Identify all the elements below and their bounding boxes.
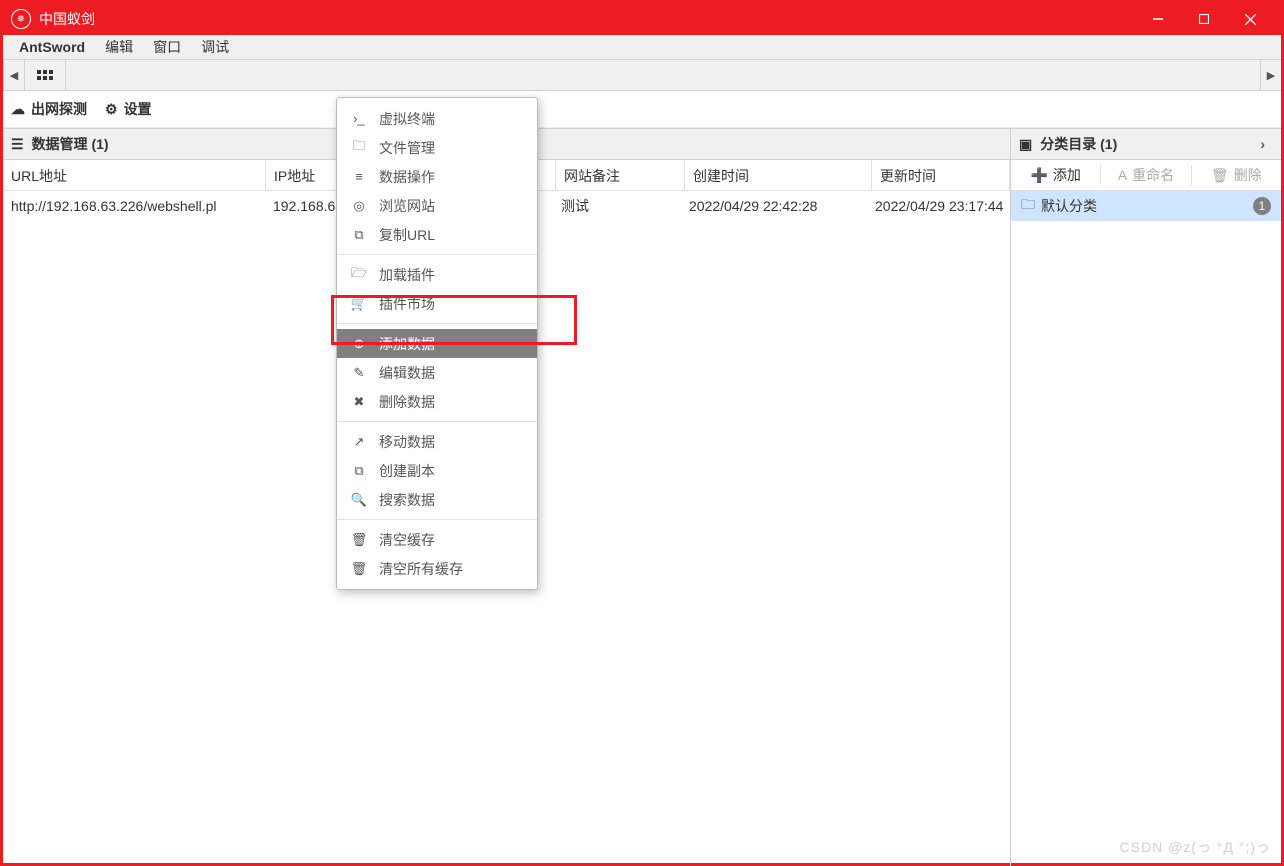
app-window: ✵ 中国蚁剑 AntSword 编辑 窗口 调试 ◀ ▶ ☁ 出网探测 ⚙ 设置	[0, 0, 1284, 866]
ctx-clear-cache[interactable]: 🗑清空缓存	[337, 525, 537, 554]
tab-scroll-left[interactable]: ◀	[3, 60, 25, 90]
gear-icon: ⚙	[105, 101, 118, 118]
category-item-label: 默认分类	[1041, 196, 1097, 216]
font-icon: A	[1118, 167, 1127, 183]
minimize-button[interactable]	[1135, 3, 1181, 35]
ctx-delete-data[interactable]: ✖删除数据	[337, 387, 537, 416]
trash-icon: 🗑	[351, 532, 367, 548]
window-title: 中国蚁剑	[39, 9, 95, 29]
titlebar: ✵ 中国蚁剑	[3, 3, 1281, 35]
ctx-plugin-market[interactable]: 🛒插件市场	[337, 289, 537, 318]
tab-scroll-right[interactable]: ▶	[1260, 60, 1281, 90]
category-rename-button[interactable]: A重命名	[1101, 165, 1190, 185]
col-url[interactable]: URL地址	[3, 160, 266, 190]
category-panel: ▣ 分类目录 (1) › ➕添加 A重命名 🗑删除 🗀 默认分类 1	[1011, 128, 1281, 866]
settings-button[interactable]: ⚙ 设置	[105, 99, 152, 119]
cell-note: 测试	[553, 192, 681, 220]
col-update[interactable]: 更新时间	[872, 160, 1010, 190]
probe-button[interactable]: ☁ 出网探测	[11, 99, 87, 119]
cell-update: 2022/04/29 23:17:44	[867, 194, 1010, 218]
tab-home[interactable]	[25, 60, 66, 90]
ctx-edit-data[interactable]: ✎编辑数据	[337, 358, 537, 387]
cart-icon: 🛒	[351, 296, 367, 312]
folder-open-icon: 🗀	[1021, 194, 1035, 218]
category-count-badge: 1	[1253, 197, 1271, 215]
menu-window[interactable]: 窗口	[143, 35, 191, 59]
folder-icon: ▣	[1019, 136, 1032, 153]
category-toolbar: ➕添加 A重命名 🗑删除	[1011, 160, 1281, 191]
ctx-database[interactable]: ≡数据操作	[337, 162, 537, 191]
col-note[interactable]: 网站备注	[556, 160, 685, 190]
edit-icon: ✎	[351, 365, 367, 381]
data-panel-title: 数据管理 (1)	[32, 134, 109, 154]
share-icon: ↗	[351, 434, 367, 450]
ctx-move-data[interactable]: ↗移动数据	[337, 427, 537, 456]
trash-icon: 🗑	[1211, 167, 1229, 184]
toolbar: ☁ 出网探测 ⚙ 设置	[3, 91, 1281, 128]
folder-open-icon: 🗁	[351, 264, 367, 286]
remove-icon: ✖	[351, 394, 367, 410]
divider	[337, 323, 537, 324]
ctx-virtual-terminal[interactable]: ›_虚拟终端	[337, 104, 537, 133]
database-icon: ≡	[351, 169, 367, 184]
cloud-icon: ☁	[11, 101, 25, 118]
category-add-button[interactable]: ➕添加	[1011, 165, 1100, 185]
menu-edit[interactable]: 编辑	[95, 35, 143, 59]
tab-blank	[66, 60, 1260, 90]
globe-icon: ◎	[351, 198, 367, 214]
ctx-file-manager[interactable]: 🗀文件管理	[337, 133, 537, 162]
divider	[337, 421, 537, 422]
cell-create: 2022/04/29 22:42:28	[681, 194, 867, 218]
close-button[interactable]	[1227, 3, 1273, 35]
chevron-right-icon[interactable]: ›	[1252, 136, 1273, 152]
divider	[337, 519, 537, 520]
trash-icon: 🗑	[351, 561, 367, 577]
terminal-icon: ›_	[351, 111, 367, 126]
plus-circle-icon: ➕	[1030, 167, 1047, 184]
plus-circle-icon: ⊕	[351, 336, 367, 352]
folder-icon: 🗀	[351, 137, 367, 159]
ctx-add-data[interactable]: ⊕添加数据	[337, 329, 537, 358]
list-icon: ☰	[11, 136, 24, 153]
menu-debug[interactable]: 调试	[191, 35, 239, 59]
menu-antsword[interactable]: AntSword	[9, 37, 95, 57]
ctx-browse-site[interactable]: ◎浏览网站	[337, 191, 537, 220]
context-menu: ›_虚拟终端 🗀文件管理 ≡数据操作 ◎浏览网站 ⧉复制URL 🗁加载插件 🛒插…	[336, 97, 538, 590]
col-create[interactable]: 创建时间	[685, 160, 872, 190]
category-panel-header: ▣ 分类目录 (1) ›	[1011, 128, 1281, 160]
tabbar: ◀ ▶	[3, 60, 1281, 91]
copy-icon: ⧉	[351, 227, 367, 243]
ctx-load-plugin[interactable]: 🗁加载插件	[337, 260, 537, 289]
maximize-button[interactable]	[1181, 3, 1227, 35]
category-item-default[interactable]: 🗀 默认分类 1	[1011, 191, 1281, 221]
watermark: CSDN @z(っ °Д °;)っ	[1120, 837, 1271, 857]
ctx-duplicate[interactable]: ⧉创建副本	[337, 456, 537, 485]
cell-url: http://192.168.63.226/webshell.pl	[3, 194, 265, 218]
duplicate-icon: ⧉	[351, 463, 367, 479]
app-icon: ✵	[11, 9, 31, 29]
body: ☰ 数据管理 (1) URL地址 IP地址 物理位置 网站备注 创建时间 更新时…	[3, 128, 1281, 866]
ctx-copy-url[interactable]: ⧉复制URL	[337, 220, 537, 249]
menubar: AntSword 编辑 窗口 调试	[3, 35, 1281, 60]
search-icon: 🔍	[351, 492, 367, 508]
category-panel-title: 分类目录 (1)	[1040, 134, 1117, 154]
ctx-clear-all-cache[interactable]: 🗑清空所有缓存	[337, 554, 537, 583]
category-delete-button[interactable]: 🗑删除	[1192, 165, 1281, 185]
divider	[337, 254, 537, 255]
ctx-search-data[interactable]: 🔍搜索数据	[337, 485, 537, 514]
